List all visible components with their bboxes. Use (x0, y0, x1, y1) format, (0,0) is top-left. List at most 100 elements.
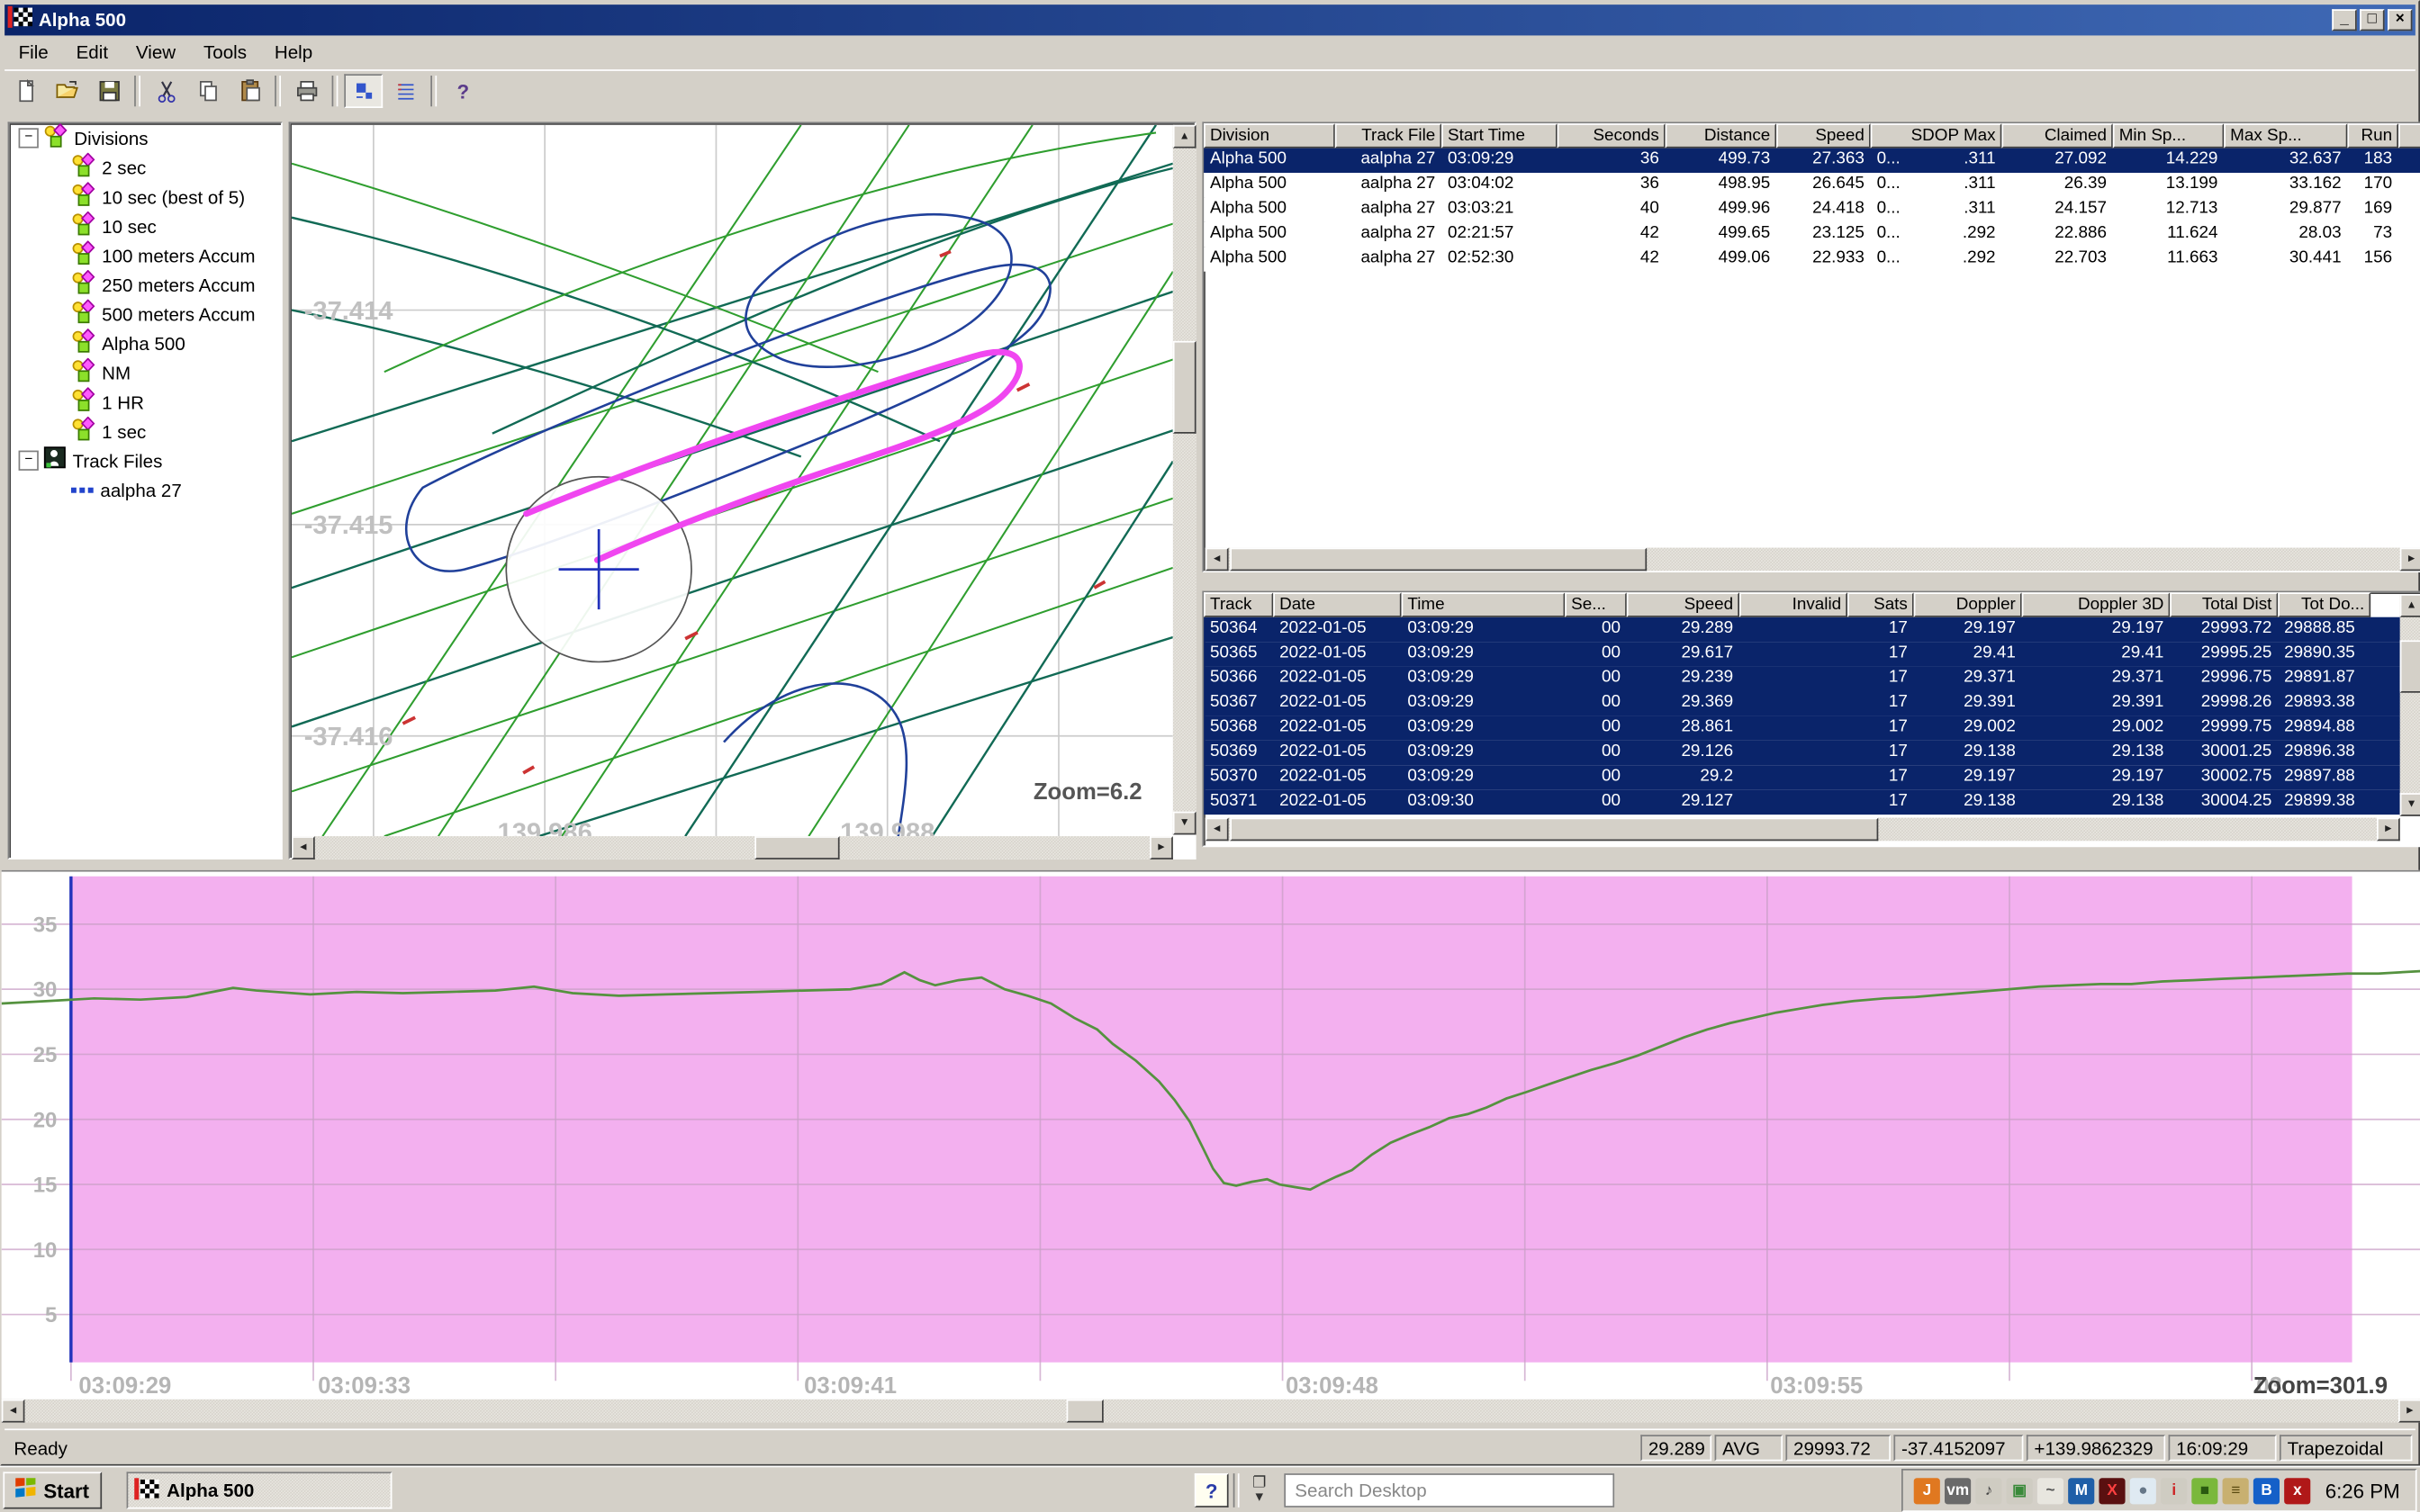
window-list-icon[interactable]: ❐▾ (1244, 1477, 1275, 1505)
runs-hscroll-bar[interactable]: ◄► (1205, 548, 2420, 572)
menu-view[interactable]: View (122, 37, 189, 68)
column-header[interactable]: Doppler (1914, 592, 2022, 616)
scroll-down-arrow[interactable]: ▼ (2400, 793, 2420, 816)
column-header[interactable]: SDOP Max (1871, 123, 2002, 148)
tree-item-100-meters-accum[interactable]: 100 meters Accum (9, 240, 281, 270)
scroll-thumb[interactable] (2400, 640, 2420, 692)
title-bar[interactable]: Alpha 500 _ □ × (5, 4, 2415, 35)
new-button[interactable] (6, 74, 45, 108)
collapse-toggle[interactable]: − (19, 128, 39, 148)
print-button[interactable] (287, 74, 326, 108)
scroll-left-arrow[interactable]: ◄ (292, 836, 315, 860)
column-header[interactable]: Tot Do... (2278, 592, 2370, 616)
tree-item-10-sec-best-of-5-[interactable]: 10 sec (best of 5) (9, 182, 281, 212)
column-header[interactable]: Start Time (1441, 123, 1558, 148)
bluetooth-icon[interactable]: B (2253, 1477, 2280, 1503)
paste-button[interactable] (230, 74, 268, 108)
user-alert-icon[interactable]: i (2161, 1477, 2187, 1503)
column-header[interactable]: Min Sp... (2113, 123, 2224, 148)
points-row[interactable]: 503652022-01-0503:09:290029.6171729.4129… (1204, 642, 2401, 666)
column-header[interactable]: Distance (1666, 123, 1776, 148)
menu-tools[interactable]: Tools (190, 37, 261, 68)
scroll-thumb[interactable] (1230, 548, 1647, 572)
volume-icon[interactable]: ♪ (1975, 1477, 2001, 1503)
runs-row[interactable]: Alpha 500aalpha 2703:04:0236498.9526.645… (1204, 173, 2420, 197)
tree-node-divisions[interactable]: −Divisions (9, 123, 281, 153)
scroll-right-arrow[interactable]: ► (2377, 818, 2400, 842)
copy-button[interactable] (188, 74, 227, 108)
scroll-thumb[interactable] (1067, 1400, 1104, 1423)
points-row[interactable]: 503682022-01-0503:09:290028.8611729.0022… (1204, 716, 2401, 740)
tree-item-alpha-500[interactable]: Alpha 500 (9, 328, 281, 358)
scroll-right-arrow[interactable]: ► (2400, 548, 2420, 572)
points-row[interactable]: 503712022-01-0503:09:300029.1271729.1382… (1204, 790, 2401, 814)
card-reader-icon[interactable]: ▣ (2007, 1477, 2033, 1503)
minimize-button[interactable]: _ (2332, 9, 2356, 31)
scroll-left-arrow[interactable]: ◄ (2, 1400, 25, 1423)
tree-node-track-files[interactable]: −Track Files (9, 446, 281, 475)
scroll-right-arrow[interactable]: ► (1150, 836, 1173, 860)
maximize-button[interactable]: □ (2360, 9, 2384, 31)
search-desktop-input[interactable]: Search Desktop (1284, 1473, 1614, 1508)
map-view-button[interactable] (344, 74, 383, 108)
menu-help[interactable]: Help (260, 37, 326, 68)
column-header[interactable]: Invalid (1739, 592, 1847, 616)
tree-item-aalpha-27[interactable]: aalpha 27 (9, 475, 281, 505)
scroll-down-arrow[interactable]: ▼ (1173, 812, 1196, 835)
speed-chart[interactable]: 510152025303503:09:2903:09:3303:09:4103:… (2, 870, 2420, 1400)
column-header[interactable]: Seconds (1558, 123, 1666, 148)
vmware-icon[interactable]: vm (1945, 1477, 1971, 1503)
start-button[interactable]: Start (3, 1472, 102, 1508)
column-header[interactable] (2398, 123, 2420, 148)
cut-button[interactable] (147, 74, 185, 108)
desktop-help-icon[interactable]: ? (1195, 1473, 1229, 1508)
scroll-thumb[interactable] (1230, 818, 1878, 842)
points-hscroll-bar[interactable]: ◄► (1205, 818, 2400, 842)
tree-item-nm[interactable]: NM (9, 358, 281, 388)
tree-item-1-sec[interactable]: 1 sec (9, 417, 281, 446)
column-header[interactable]: Date (1273, 592, 1401, 616)
chart-hscroll-bar[interactable]: ◄► (2, 1400, 2420, 1423)
tree-item-2-sec[interactable]: 2 sec (9, 153, 281, 183)
column-header[interactable]: Speed (1776, 123, 1871, 148)
column-header[interactable]: Doppler 3D (2022, 592, 2171, 616)
scroll-up-arrow[interactable]: ▲ (2400, 594, 2420, 617)
table-view-button[interactable] (386, 74, 425, 108)
column-header[interactable]: Division (1204, 123, 1335, 148)
tree-item-500-meters-accum[interactable]: 500 meters Accum (9, 300, 281, 329)
chart-horizontal-scrollbar[interactable]: ◄► (2, 1398, 2420, 1424)
mouse-icon[interactable]: ~ (2037, 1477, 2063, 1503)
runs-row[interactable]: Alpha 500aalpha 2702:52:3042499.0622.933… (1204, 247, 2420, 271)
help-button[interactable]: ? (443, 74, 482, 108)
scroll-right-arrow[interactable]: ► (2398, 1400, 2420, 1423)
scroll-thumb[interactable] (754, 836, 839, 860)
column-header[interactable]: Se... (1565, 592, 1627, 616)
tree-item-1-hr[interactable]: 1 HR (9, 387, 281, 417)
menu-edit[interactable]: Edit (62, 37, 122, 68)
map-hscroll-bar[interactable]: ◄► (292, 836, 1173, 860)
points-row[interactable]: 503642022-01-0503:09:290029.2891729.1972… (1204, 617, 2401, 642)
points-vscroll-bar[interactable]: ▲▼ (2400, 594, 2420, 816)
runs-row[interactable]: Alpha 500aalpha 2702:21:5742499.6523.125… (1204, 222, 2420, 247)
close-button[interactable]: × (2388, 9, 2412, 31)
keyboard-lock-icon[interactable]: ≡ (2223, 1477, 2249, 1503)
points-row[interactable]: 503672022-01-0503:09:290029.3691729.3912… (1204, 691, 2401, 716)
map-vscroll-bar[interactable]: ▲▼ (1173, 125, 1196, 835)
tree-item-10-sec[interactable]: 10 sec (9, 212, 281, 241)
scroll-up-arrow[interactable]: ▲ (1173, 125, 1196, 148)
runs-row[interactable]: Alpha 500aalpha 2703:09:2936499.7327.363… (1204, 148, 2420, 173)
column-header[interactable]: Total Dist (2170, 592, 2278, 616)
save-button[interactable] (89, 74, 128, 108)
scroll-thumb[interactable] (1173, 341, 1196, 434)
malwarebytes-icon[interactable]: M (2068, 1477, 2094, 1503)
java-icon[interactable]: J (1914, 1477, 1940, 1503)
magnifier-icon[interactable]: ● (2130, 1477, 2156, 1503)
taskbar-task-alpha500[interactable]: Alpha 500 (127, 1472, 393, 1508)
menu-file[interactable]: File (5, 37, 62, 68)
package-icon[interactable]: ■ (2191, 1477, 2217, 1503)
column-header[interactable]: Sats (1847, 592, 1914, 616)
column-header[interactable]: Track File (1335, 123, 1441, 148)
column-header[interactable]: Max Sp... (2224, 123, 2347, 148)
security-shield-icon[interactable]: x (2284, 1477, 2310, 1503)
tree-item-250-meters-accum[interactable]: 250 meters Accum (9, 270, 281, 300)
